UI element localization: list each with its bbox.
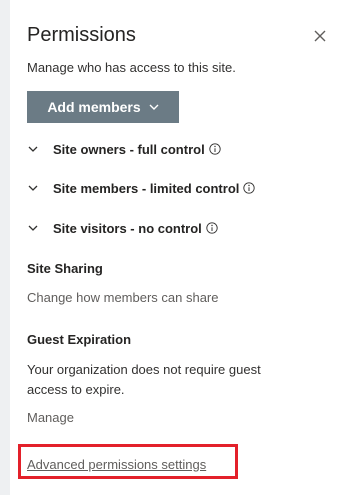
group-site-owners[interactable]: Site owners - full control: [27, 138, 221, 160]
chevron-down-icon: [28, 146, 38, 152]
group-label: Site visitors - no control: [53, 220, 202, 236]
change-sharing-link[interactable]: Change how members can share: [27, 290, 219, 305]
group-site-members[interactable]: Site members - limited control: [27, 177, 256, 199]
chevron-down-icon: [149, 104, 159, 110]
manage-link[interactable]: Manage: [27, 410, 74, 425]
add-members-label: Add members: [47, 99, 141, 115]
guest-expiration-text: Your organization does not require guest…: [27, 362, 261, 397]
close-icon[interactable]: [310, 26, 330, 46]
add-members-button[interactable]: Add members: [27, 91, 179, 123]
chevron-down-icon: [28, 225, 38, 231]
site-sharing-heading: Site Sharing: [27, 261, 103, 276]
info-icon[interactable]: [206, 222, 218, 234]
group-site-visitors[interactable]: Site visitors - no control: [27, 217, 218, 239]
chevron-down-icon: [28, 185, 38, 191]
permissions-panel: Permissions Manage who has access to thi…: [10, 0, 340, 495]
info-icon[interactable]: [243, 182, 256, 194]
advanced-permissions-link[interactable]: Advanced permissions settings: [27, 457, 206, 472]
group-label: Site owners - full control: [53, 141, 205, 157]
panel-subtitle: Manage who has access to this site.: [27, 60, 236, 75]
info-icon[interactable]: [209, 143, 221, 155]
group-label: Site members - limited control: [53, 180, 240, 196]
panel-title: Permissions: [27, 24, 136, 46]
guest-expiration-heading: Guest Expiration: [27, 332, 132, 347]
